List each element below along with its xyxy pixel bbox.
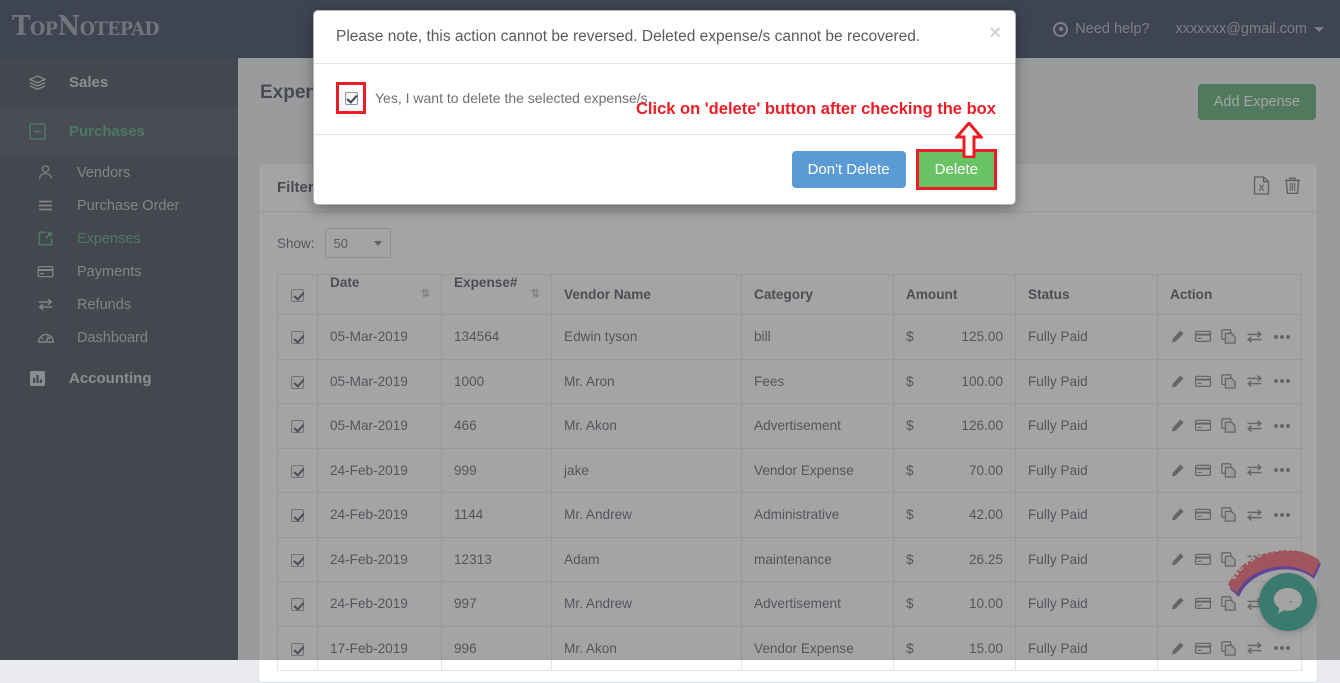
annotation-text: Click on 'delete' button after checking … (636, 100, 996, 119)
modal-body: Yes, I want to delete the selected expen… (314, 64, 1015, 159)
annotation-arrow-icon (953, 120, 985, 159)
confirm-delete-label: Yes, I want to delete the selected expen… (375, 90, 652, 107)
confirm-delete-checkbox[interactable] (344, 91, 358, 105)
close-icon[interactable]: × (989, 23, 1001, 43)
delete-confirmation-modal: Please note, this action cannot be rever… (313, 10, 1016, 206)
dont-delete-button[interactable]: Don't Delete (791, 151, 906, 189)
modal-header: Please note, this action cannot be rever… (314, 11, 1015, 65)
modal-footer: Don't Delete Delete (314, 134, 1015, 204)
checkbox-highlight-box (336, 82, 366, 115)
modal-message: Please note, this action cannot be rever… (336, 28, 921, 45)
